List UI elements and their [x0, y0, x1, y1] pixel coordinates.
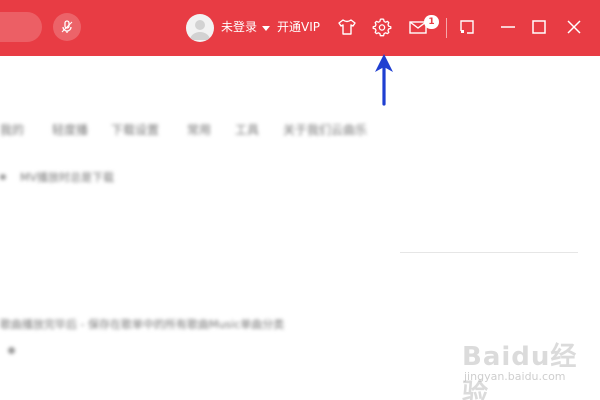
toolbar-divider — [446, 18, 447, 38]
user-avatar[interactable] — [186, 14, 214, 42]
close-icon — [567, 20, 581, 34]
search-input[interactable] — [0, 12, 42, 42]
skin-button[interactable] — [336, 16, 358, 38]
title-bar: 未登录 开通VIP 1 — [0, 0, 600, 56]
settings-nav-item[interactable]: 我的 — [0, 122, 24, 138]
skin-tshirt-icon — [338, 19, 356, 35]
settings-nav-item[interactable]: 常用 — [187, 122, 211, 138]
voice-search-button[interactable] — [53, 13, 81, 41]
settings-nav-item[interactable]: 下载设置 — [111, 122, 159, 138]
watermark-url: jingyan.baidu.com — [464, 370, 566, 383]
settings-nav-item[interactable]: 轻度播 — [52, 122, 88, 138]
account-dropdown-caret-icon[interactable] — [262, 26, 270, 31]
settings-button[interactable] — [371, 16, 393, 38]
minimize-button[interactable] — [497, 16, 519, 38]
setting-option-text[interactable]: 歌曲播放完毕后 - 保存在歌单中的所有歌曲Music单曲分类 — [0, 318, 284, 332]
setting-option-text[interactable]: MV播放时总是下载 — [20, 171, 114, 185]
settings-nav-item[interactable]: 工具 — [235, 122, 259, 138]
option-bullet — [8, 347, 15, 354]
settings-nav-item[interactable]: 关于我们云曲乐 — [283, 122, 367, 138]
maximize-button[interactable] — [528, 16, 550, 38]
user-avatar-icon — [190, 20, 210, 40]
minimize-icon — [501, 26, 515, 28]
login-status-link[interactable]: 未登录 — [221, 19, 257, 35]
mini-mode-button[interactable] — [456, 16, 478, 38]
close-button[interactable] — [563, 16, 585, 38]
option-bullet — [0, 174, 6, 180]
mail-count-badge: 1 — [424, 15, 439, 29]
watermark-brand: Baidu经验 — [462, 342, 578, 400]
microphone-icon — [61, 20, 73, 33]
baidu-jingyan-watermark: Baidu经验 jingyan.baidu.com — [462, 336, 592, 400]
maximize-icon — [532, 20, 546, 34]
section-divider — [400, 252, 578, 253]
annotation-arrow — [375, 54, 393, 106]
open-vip-link[interactable]: 开通VIP — [277, 19, 320, 35]
settings-gear-icon — [372, 18, 392, 37]
mini-mode-icon — [460, 20, 474, 34]
